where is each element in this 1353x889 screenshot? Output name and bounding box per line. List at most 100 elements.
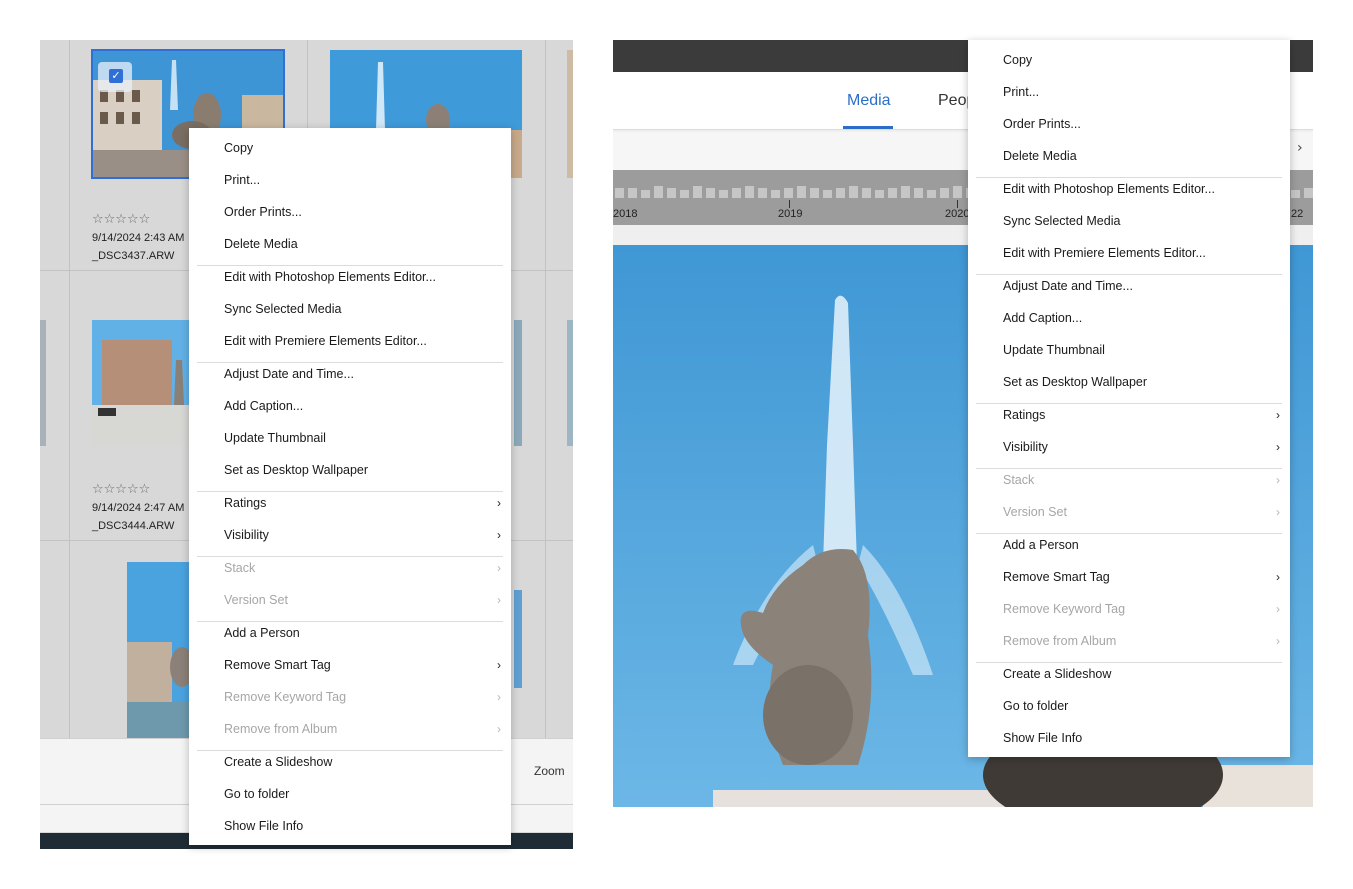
menu-separator [976, 403, 1282, 404]
menu-item[interactable]: Print... [1003, 82, 1039, 102]
menu-item[interactable]: Order Prints... [1003, 114, 1081, 134]
grid-divider [545, 40, 546, 738]
timeline-year-label: 2019 [778, 208, 803, 220]
menu-item[interactable]: Create a Slideshow [224, 752, 332, 772]
media-thumbnail[interactable] [567, 320, 573, 446]
timeline-bar [784, 188, 793, 198]
media-thumbnail[interactable] [514, 320, 522, 446]
timeline-bar [914, 188, 923, 198]
tab-media[interactable]: Media [847, 92, 891, 110]
menu-item[interactable]: Adjust Date and Time... [1003, 276, 1133, 296]
menu-item[interactable]: Print... [224, 170, 260, 190]
timeline-bar [706, 188, 715, 198]
timeline-bar [771, 190, 780, 198]
menu-item[interactable]: Add Caption... [1003, 308, 1082, 328]
submenu-arrow-icon: › [1276, 440, 1280, 454]
timeline-bar [940, 188, 949, 198]
timeline-bar [667, 188, 676, 198]
timeline-bar [875, 190, 884, 198]
chevron-right-icon[interactable]: › [1297, 140, 1303, 156]
timeline-bar [654, 186, 663, 198]
menu-item[interactable]: Remove Smart Tag [224, 655, 331, 675]
timeline-bar [823, 190, 832, 198]
menu-item[interactable]: Show File Info [1003, 728, 1082, 748]
media-thumbnail[interactable] [40, 320, 46, 446]
menu-separator [197, 750, 503, 751]
timeline-bar [888, 188, 897, 198]
rating-stars[interactable]: ☆☆☆☆☆ [92, 212, 150, 227]
menu-item[interactable]: Show File Info [224, 816, 303, 836]
menu-separator [197, 491, 503, 492]
menu-item[interactable]: Edit with Premiere Elements Editor... [224, 331, 427, 351]
menu-item[interactable]: Add Caption... [224, 396, 303, 416]
menu-item[interactable]: Copy [224, 138, 253, 158]
menu-separator [197, 556, 503, 557]
grid-divider [69, 40, 70, 738]
menu-item[interactable]: Edit with Photoshop Elements Editor... [1003, 179, 1215, 199]
submenu-arrow-icon: › [1276, 505, 1280, 519]
menu-item[interactable]: Set as Desktop Wallpaper [224, 460, 368, 480]
menu-item: Version Set [1003, 505, 1067, 519]
menu-item[interactable]: Add a Person [1003, 535, 1079, 555]
menu-item[interactable]: Visibility [1003, 437, 1048, 457]
submenu-arrow-icon: › [497, 496, 501, 510]
rating-stars[interactable]: ☆☆☆☆☆ [92, 482, 150, 497]
menu-item[interactable]: Remove Smart Tag [1003, 567, 1110, 587]
timeline-year-label: 2020 [945, 208, 970, 220]
menu-item: Remove from Album [1003, 634, 1117, 648]
menu-item[interactable]: Delete Media [224, 234, 298, 254]
submenu-arrow-icon: › [497, 722, 501, 736]
timeline-bar [836, 188, 845, 198]
menu-item[interactable]: Add a Person [224, 623, 300, 643]
timeline-year-label: 2018 [613, 208, 638, 220]
timeline-bar [849, 186, 858, 198]
menu-item[interactable]: Sync Selected Media [1003, 211, 1120, 231]
selection-checkbox[interactable]: ✓ [98, 62, 132, 92]
menu-item[interactable]: Update Thumbnail [224, 428, 326, 448]
active-tab-indicator [843, 126, 893, 129]
menu-separator [976, 468, 1282, 469]
menu-item: Remove from Album [224, 722, 338, 736]
menu-item[interactable]: Ratings [1003, 405, 1045, 425]
menu-separator [976, 533, 1282, 534]
menu-separator [976, 177, 1282, 178]
menu-separator [197, 362, 503, 363]
media-thumbnail[interactable] [92, 320, 202, 446]
timeline-bar [641, 190, 650, 198]
menu-item[interactable]: Copy [1003, 50, 1032, 70]
menu-item[interactable]: Visibility [224, 525, 269, 545]
menu-item[interactable]: Ratings [224, 493, 266, 513]
menu-separator [976, 662, 1282, 663]
timeline-bar [862, 188, 871, 198]
submenu-arrow-icon: › [497, 690, 501, 704]
timeline-tick [957, 200, 958, 208]
context-menu: Copy Print... Order Prints... Delete Media E… [968, 40, 1290, 757]
submenu-arrow-icon: › [497, 658, 501, 672]
timeline-bar [615, 188, 624, 198]
submenu-arrow-icon: › [1276, 408, 1280, 422]
menu-item[interactable]: Set as Desktop Wallpaper [1003, 372, 1147, 392]
menu-item[interactable]: Create a Slideshow [1003, 664, 1111, 684]
menu-item[interactable]: Adjust Date and Time... [224, 364, 354, 384]
menu-item[interactable]: Sync Selected Media [224, 299, 341, 319]
menu-item: Stack [224, 561, 256, 575]
timeline-bar [1291, 190, 1300, 198]
menu-item[interactable]: Go to folder [1003, 696, 1068, 716]
menu-item[interactable]: Delete Media [1003, 146, 1077, 166]
menu-separator [976, 274, 1282, 275]
media-thumbnail[interactable] [567, 50, 573, 178]
menu-item[interactable]: Update Thumbnail [1003, 340, 1105, 360]
media-date: 9/14/2024 2:43 AM [92, 232, 185, 244]
menu-item: Remove Keyword Tag [1003, 602, 1126, 616]
submenu-arrow-icon: › [1276, 634, 1280, 648]
menu-separator [197, 265, 503, 266]
menu-item[interactable]: Edit with Premiere Elements Editor... [1003, 243, 1206, 263]
timeline-bar [628, 188, 637, 198]
menu-item[interactable]: Edit with Photoshop Elements Editor... [224, 267, 436, 287]
menu-item[interactable]: Order Prints... [224, 202, 302, 222]
timeline-bar [758, 188, 767, 198]
menu-item[interactable]: Go to folder [224, 784, 289, 804]
media-thumbnail[interactable] [514, 590, 522, 688]
media-filename: _DSC3437.ARW [92, 250, 175, 262]
timeline-bar [745, 186, 754, 198]
